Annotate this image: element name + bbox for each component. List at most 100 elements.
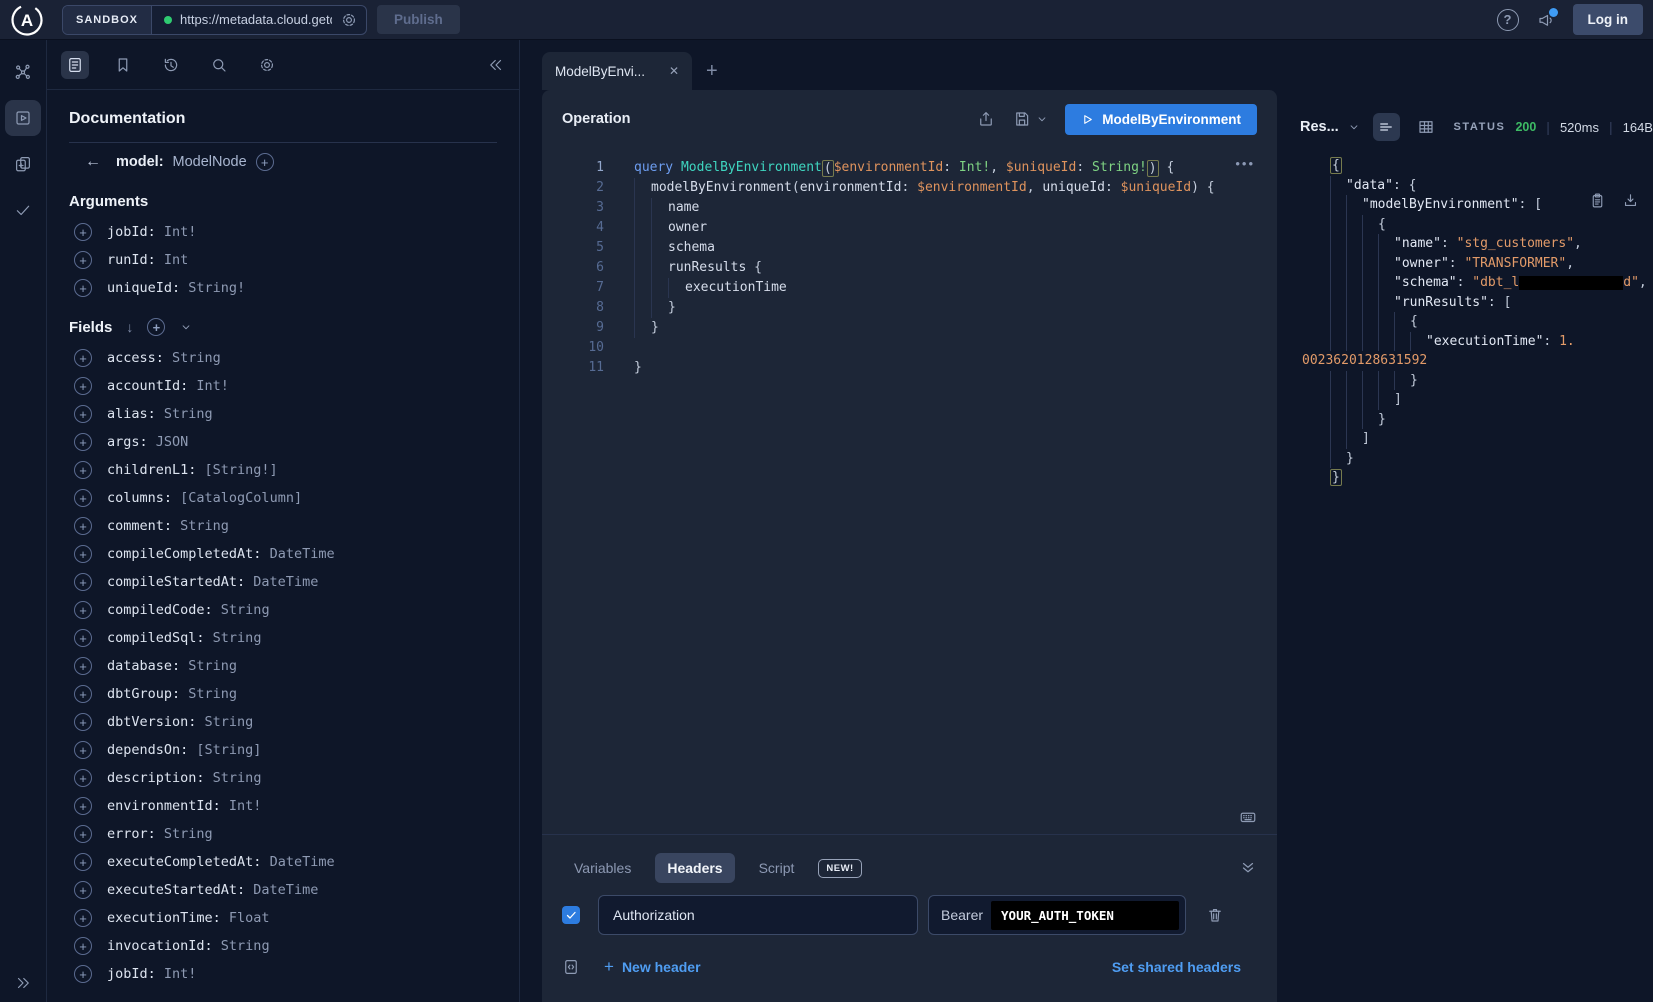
tab-script[interactable]: Script (747, 853, 807, 883)
field-row[interactable]: +jobId: Int! (69, 960, 497, 988)
field-row[interactable]: +args: JSON (69, 428, 497, 456)
field-row[interactable]: +compileCompletedAt: DateTime (69, 540, 497, 568)
tab-variables[interactable]: Variables (562, 853, 643, 883)
field-row[interactable]: +columns: [CatalogColumn] (69, 484, 497, 512)
field-row[interactable]: +invocationId: String (69, 932, 497, 960)
field-row[interactable]: +executeStartedAt: DateTime (69, 876, 497, 904)
add-field-icon[interactable]: + (74, 223, 92, 241)
rail-item-schema[interactable] (5, 54, 41, 90)
header-value-input[interactable]: Bearer YOUR_AUTH_TOKEN (928, 895, 1186, 935)
run-operation-button[interactable]: ModelByEnvironment (1065, 104, 1257, 135)
preflight-script-button[interactable] (562, 958, 580, 976)
field-row[interactable]: +database: String (69, 652, 497, 680)
field-row[interactable]: +accountId: Int! (69, 372, 497, 400)
field-row[interactable]: +description: String (69, 764, 497, 792)
argument-row[interactable]: +jobId: Int! (69, 218, 497, 246)
add-fields-button[interactable]: + (147, 318, 165, 336)
rail-item-explorer[interactable] (5, 100, 41, 136)
login-button[interactable]: Log in (1573, 4, 1644, 35)
rail-item-checks[interactable] (5, 192, 41, 228)
expand-sidebar-button[interactable] (14, 974, 32, 992)
set-shared-headers-button[interactable]: Set shared headers (1112, 959, 1241, 975)
auth-token-value[interactable]: YOUR_AUTH_TOKEN (991, 901, 1179, 930)
sort-fields-button[interactable]: ↓ (126, 319, 133, 335)
back-button[interactable]: ← (69, 153, 107, 171)
operation-editor[interactable]: 1query ModelByEnvironment($environmentId… (542, 148, 1277, 834)
response-dropdown-chevron[interactable] (1347, 120, 1361, 134)
field-row[interactable]: +childrenL1: [String!] (69, 456, 497, 484)
search-button[interactable] (205, 51, 233, 79)
field-row[interactable]: +error: String (69, 820, 497, 848)
field-row[interactable]: +comment: String (69, 512, 497, 540)
add-field-icon[interactable]: + (74, 965, 92, 983)
add-field-icon[interactable]: + (74, 685, 92, 703)
graphql-endpoint-input[interactable] (180, 12, 332, 27)
endpoint-settings-button[interactable] (332, 11, 366, 29)
add-field-icon[interactable]: + (74, 279, 92, 297)
add-field-icon[interactable]: + (74, 937, 92, 955)
share-operation-button[interactable] (977, 110, 995, 128)
add-field-icon[interactable]: + (74, 251, 92, 269)
history-button[interactable] (157, 51, 185, 79)
field-row[interactable]: +executionTime: Float (69, 904, 497, 932)
header-key-input[interactable] (598, 895, 918, 935)
publish-button[interactable]: Publish (377, 5, 460, 34)
add-field-icon[interactable]: + (74, 741, 92, 759)
add-field-icon[interactable]: + (74, 545, 92, 563)
add-field-icon[interactable]: + (74, 657, 92, 675)
field-row[interactable]: +alias: String (69, 400, 497, 428)
add-field-icon[interactable]: + (74, 349, 92, 367)
field-row[interactable]: +dependsOn: [String] (69, 736, 497, 764)
field-row[interactable]: +dbtGroup: String (69, 680, 497, 708)
bookmarks-button[interactable] (109, 51, 137, 79)
field-row[interactable]: +compiledSql: String (69, 624, 497, 652)
add-field-icon[interactable]: + (74, 629, 92, 647)
docs-tab-button[interactable] (61, 51, 89, 79)
save-operation-button[interactable] (1013, 110, 1031, 128)
new-header-button[interactable]: + New header (604, 957, 701, 977)
collapse-docs-button[interactable] (487, 56, 505, 74)
add-all-fields-button[interactable]: + (256, 153, 274, 171)
add-field-icon[interactable]: + (74, 825, 92, 843)
add-field-icon[interactable]: + (74, 881, 92, 899)
operation-tab[interactable]: ModelByEnvi... ✕ (542, 52, 692, 90)
add-field-icon[interactable]: + (74, 853, 92, 871)
add-field-icon[interactable]: + (74, 461, 92, 479)
add-field-icon[interactable]: + (74, 489, 92, 507)
add-field-icon[interactable]: + (74, 601, 92, 619)
copy-response-button[interactable] (1589, 192, 1606, 209)
close-tab-button[interactable]: ✕ (669, 64, 679, 78)
announcements-button[interactable] (1537, 11, 1555, 29)
download-response-button[interactable] (1622, 192, 1639, 209)
response-title[interactable]: Res... (1300, 119, 1339, 135)
field-row[interactable]: +compileStartedAt: DateTime (69, 568, 497, 596)
argument-row[interactable]: +runId: Int (69, 246, 497, 274)
delete-header-button[interactable] (1206, 906, 1224, 924)
add-field-icon[interactable]: + (74, 433, 92, 451)
field-row[interactable]: +compiledCode: String (69, 596, 497, 624)
view-table-button[interactable] (1412, 113, 1439, 141)
collapse-request-panel-button[interactable] (1239, 859, 1257, 877)
add-field-icon[interactable]: + (74, 769, 92, 787)
add-fields-chevron[interactable] (179, 320, 193, 334)
add-field-icon[interactable]: + (74, 713, 92, 731)
field-row[interactable]: +environmentId: Int! (69, 792, 497, 820)
add-field-icon[interactable]: + (74, 405, 92, 423)
tab-headers[interactable]: Headers (655, 853, 734, 883)
add-field-icon[interactable]: + (74, 377, 92, 395)
new-tab-button[interactable]: + (706, 61, 718, 81)
header-enabled-checkbox[interactable] (562, 906, 580, 924)
field-row[interactable]: +access: String (69, 344, 497, 372)
add-field-icon[interactable]: + (74, 797, 92, 815)
breadcrumb-type[interactable]: ModelNode (173, 154, 247, 170)
rail-item-sandbox[interactable] (5, 146, 41, 182)
field-row[interactable]: +executeCompletedAt: DateTime (69, 848, 497, 876)
field-row[interactable]: +dbtVersion: String (69, 708, 497, 736)
add-field-icon[interactable]: + (74, 517, 92, 535)
add-field-icon[interactable]: + (74, 573, 92, 591)
argument-row[interactable]: +uniqueId: String! (69, 274, 497, 302)
add-field-icon[interactable]: + (74, 909, 92, 927)
keyboard-shortcuts-button[interactable] (1239, 808, 1257, 826)
explorer-settings-button[interactable] (253, 51, 281, 79)
view-raw-button[interactable] (1373, 113, 1400, 141)
